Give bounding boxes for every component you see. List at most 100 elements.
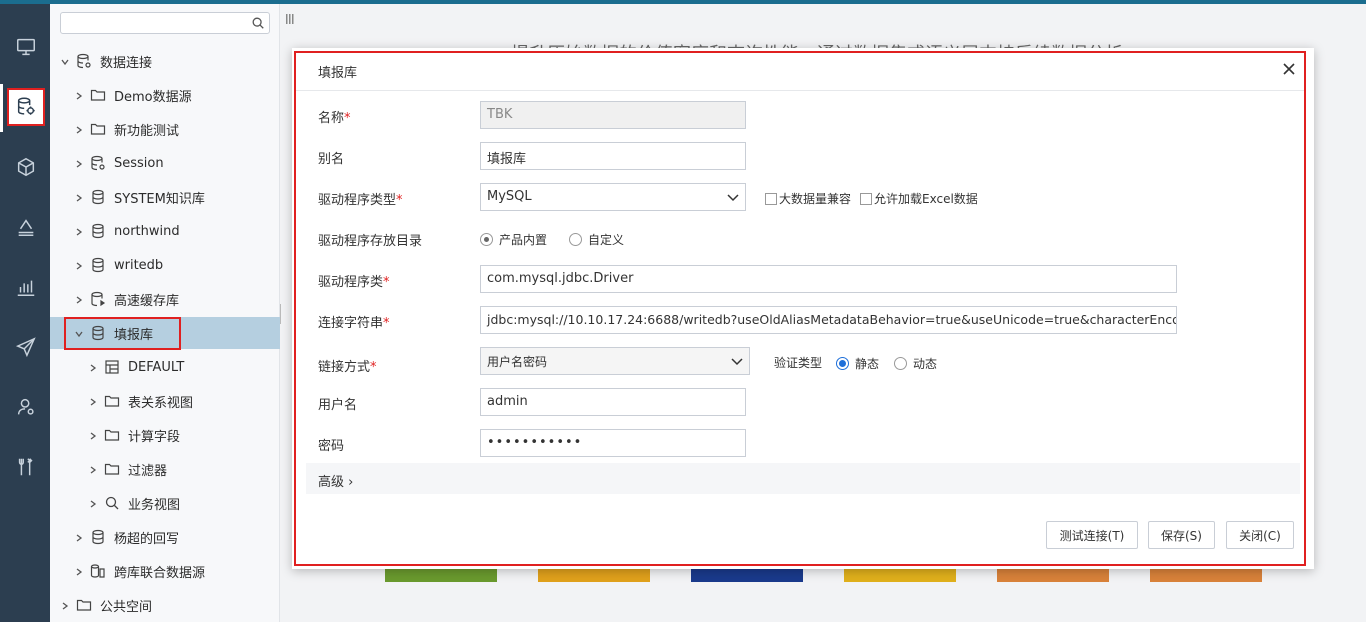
name-input[interactable]: TBK [480, 101, 746, 129]
tree-item-1[interactable]: 新功能测试 [50, 113, 280, 145]
chevron-right-icon[interactable] [60, 600, 70, 610]
link-mode-select[interactable]: 用户名密码 [480, 347, 750, 375]
chevron-right-icon[interactable] [74, 192, 84, 202]
checkbox-box[interactable] [860, 192, 872, 205]
save-button[interactable]: 保存(S) [1148, 521, 1215, 549]
tree-item-5[interactable]: writedb [50, 249, 280, 281]
chevron-right-icon[interactable] [88, 464, 98, 474]
chevron-right-icon[interactable] [88, 362, 98, 372]
chevron-down-icon[interactable] [60, 56, 70, 66]
username-input[interactable]: admin [480, 388, 746, 416]
chevron-right-icon[interactable] [88, 396, 98, 406]
cache-db-icon [90, 291, 106, 307]
tree-item-label: Session [114, 155, 164, 171]
driver-class-input[interactable]: com.mysql.jdbc.Driver [480, 265, 1177, 293]
driver-dir-custom-radio[interactable]: 自定义 [569, 231, 624, 248]
chevron-right-icon[interactable] [74, 566, 84, 576]
tree-item-15[interactable]: 公共空间 [50, 589, 280, 621]
chevron-right-icon[interactable] [74, 158, 84, 168]
database-icon [90, 529, 106, 545]
tree-item-2[interactable]: Session [50, 147, 280, 179]
layers-icon[interactable] [7, 208, 45, 246]
tree-item-11[interactable]: 过滤器 [50, 453, 280, 485]
chevron-right-icon[interactable] [88, 430, 98, 440]
link-mode-label: 链接方式* [318, 360, 377, 375]
paper-plane-icon[interactable] [7, 328, 45, 366]
advanced-section-toggle[interactable]: 高级 › [306, 463, 1300, 494]
tree-item-label: 公共空间 [100, 599, 153, 615]
tree-item-0[interactable]: Demo数据源 [50, 79, 280, 111]
database-settings-icon[interactable] [7, 88, 45, 126]
tree-item-14[interactable]: 跨库联合数据源 [50, 555, 280, 587]
search-icon[interactable] [251, 16, 265, 30]
tree-item-label: 高速缓存库 [114, 293, 180, 309]
bar-chart-icon[interactable] [7, 268, 45, 306]
database-icon [90, 257, 106, 273]
tree-item-root[interactable]: 数据连接 [50, 45, 280, 77]
checkbox-box[interactable] [765, 192, 777, 205]
monitor-icon[interactable] [7, 28, 45, 66]
driver-type-select[interactable]: MySQL [480, 183, 746, 211]
tree-search-input[interactable] [60, 12, 270, 34]
tools-icon[interactable] [7, 448, 45, 486]
test-connection-button[interactable]: 测试连接(T) [1046, 521, 1138, 549]
tree-item-10[interactable]: 计算字段 [50, 419, 280, 451]
close-icon[interactable] [1280, 60, 1298, 78]
folder-icon [76, 597, 92, 613]
chevron-right-icon[interactable] [88, 498, 98, 508]
folder-icon [90, 121, 106, 137]
database-icon [90, 189, 106, 205]
tree-item-label: 业务视图 [128, 497, 181, 513]
auth-static-radio[interactable]: 静态 [836, 355, 879, 372]
conn-string-input[interactable]: jdbc:mysql://10.10.17.24:6688/writedb?us… [480, 306, 1177, 334]
driver-dir-label: 驱动程序存放目录 [318, 234, 423, 249]
driver-dir-builtin-radio[interactable]: 产品内置 [480, 231, 547, 248]
chevron-right-icon[interactable] [74, 90, 84, 100]
chevron-down-icon [731, 358, 743, 366]
background-bar [538, 568, 650, 582]
close-button[interactable]: 关闭(C) [1226, 521, 1294, 549]
tree-item-3[interactable]: SYSTEM知识库 [50, 181, 280, 213]
link-mode-value: 用户名密码 [487, 355, 548, 369]
chevron-right-icon[interactable] [74, 226, 84, 236]
chevron-right-icon[interactable] [74, 124, 84, 134]
grip-icon[interactable] [286, 14, 294, 24]
tree-item-13[interactable]: 杨超的回写 [50, 521, 280, 553]
cube-icon[interactable] [7, 148, 45, 186]
tree-item-12[interactable]: 业务视图 [50, 487, 280, 519]
tree-item-label: 计算字段 [128, 429, 181, 445]
database-settings-icon [90, 155, 106, 171]
chevron-down-icon [727, 194, 739, 202]
auth-dynamic-radio[interactable]: 动态 [894, 355, 937, 372]
tree-item-4[interactable]: northwind [50, 215, 280, 247]
chevron-right-icon[interactable] [74, 294, 84, 304]
tree-item-label: 新功能测试 [114, 123, 180, 139]
driver-dir-custom-label: 自定义 [588, 233, 625, 247]
folder-icon [104, 427, 120, 443]
tree-item-label: 表关系视图 [128, 395, 194, 411]
tree-item-label: SYSTEM知识库 [114, 191, 205, 207]
tree-item-6[interactable]: 高速缓存库 [50, 283, 280, 315]
password-input[interactable]: ••••••••••• [480, 429, 746, 457]
driver-dir-builtin-label: 产品内置 [499, 233, 548, 247]
alias-input[interactable]: 填报库 [480, 142, 746, 170]
dialog-divider [296, 90, 1304, 91]
chevron-right-icon[interactable] [74, 260, 84, 270]
chevron-right-icon[interactable] [74, 532, 84, 542]
auth-type-label: 验证类型 [774, 356, 823, 370]
folder-icon [104, 393, 120, 409]
user-settings-icon[interactable] [7, 388, 45, 426]
allow-excel-checkbox[interactable]: 允许加载Excel数据 [860, 190, 978, 207]
tree-item-label: 数据连接 [100, 55, 153, 71]
tree-item-label: DEFAULT [128, 359, 185, 375]
tree-item-9[interactable]: 表关系视图 [50, 385, 280, 417]
auth-dynamic-label: 动态 [913, 357, 938, 371]
big-data-compat-checkbox[interactable]: 大数据量兼容 [765, 190, 851, 207]
database-settings-icon [76, 53, 92, 69]
driver-type-label: 驱动程序类型* [318, 193, 403, 208]
background-bar [691, 568, 803, 582]
tree-item-label: northwind [114, 223, 180, 239]
tree-item-8[interactable]: DEFAULT [50, 351, 280, 383]
driver-type-value: MySQL [487, 189, 532, 204]
tree-item-label: 跨库联合数据源 [114, 565, 206, 581]
